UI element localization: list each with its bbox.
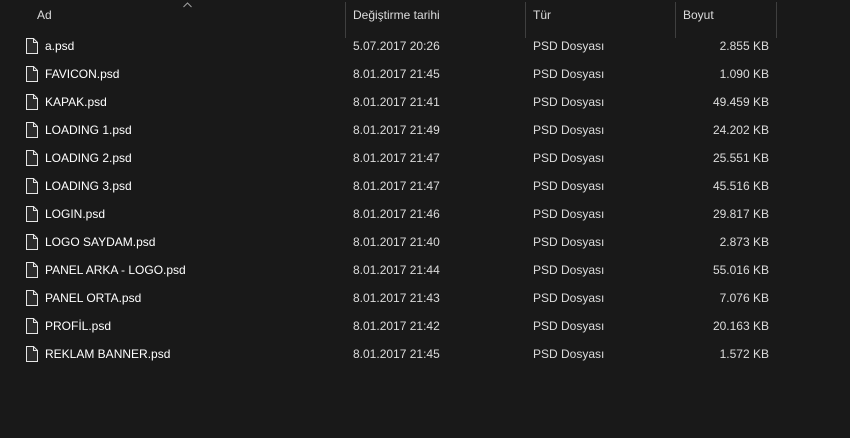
file-size: 2.855 KB <box>719 39 769 53</box>
file-row[interactable]: FAVICON.psd 8.01.2017 21:45 PSD Dosyası 1.0… <box>0 60 780 88</box>
chevron-up-icon <box>183 2 192 8</box>
file-row[interactable]: LOADING 3.psd 8.01.2017 21:47 PSD Dosyası 4… <box>0 172 780 200</box>
file-type: PSD Dosyası <box>533 179 605 193</box>
file-name: LOGO SAYDAM.psd <box>45 235 156 249</box>
file-type: PSD Dosyası <box>533 39 605 53</box>
file-icon <box>26 66 38 82</box>
column-header-type[interactable]: Tür <box>526 0 676 38</box>
file-date: 8.01.2017 21:42 <box>353 319 440 333</box>
file-size: 29.817 KB <box>712 207 769 221</box>
file-name: PANEL ARKA - LOGO.psd <box>45 263 186 277</box>
file-name: PANEL ORTA.psd <box>45 291 142 305</box>
file-size: 45.516 KB <box>712 179 769 193</box>
file-icon <box>26 94 38 110</box>
file-row[interactable]: PANEL ARKA - LOGO.psd 8.01.2017 21:44 PSD … <box>0 256 780 284</box>
column-header-size[interactable]: Boyut <box>676 0 777 38</box>
file-size: 1.090 KB <box>719 67 769 81</box>
file-type: PSD Dosyası <box>533 151 605 165</box>
file-type: PSD Dosyası <box>533 347 605 361</box>
column-header-bar: Ad Değiştirme tarihi Tür Boyut <box>0 0 850 38</box>
file-name: a.psd <box>45 39 75 53</box>
file-icon <box>26 290 38 306</box>
file-row[interactable]: PANEL ORTA.psd 8.01.2017 21:43 PSD Dosyası… <box>0 284 780 312</box>
file-name: FAVICON.psd <box>45 67 120 81</box>
file-name: LOGIN.psd <box>45 207 106 221</box>
file-type: PSD Dosyası <box>533 291 605 305</box>
file-icon <box>26 318 38 334</box>
column-header-size-label: Boyut <box>683 8 714 22</box>
file-icon <box>26 206 38 222</box>
file-type: PSD Dosyası <box>533 319 605 333</box>
column-header-name-label: Ad <box>37 8 52 22</box>
file-name: LOADING 1.psd <box>45 123 132 137</box>
file-icon <box>26 178 38 194</box>
file-size: 49.459 KB <box>712 95 769 109</box>
file-size: 2.873 KB <box>719 235 769 249</box>
file-date: 8.01.2017 21:44 <box>353 263 440 277</box>
column-header-date[interactable]: Değiştirme tarihi <box>346 0 526 38</box>
file-type: PSD Dosyası <box>533 263 605 277</box>
file-icon <box>26 38 38 54</box>
file-size: 1.572 KB <box>719 347 769 361</box>
file-explorer-details-view: Ad Değiştirme tarihi Tür Boyut a.psd 5.07… <box>0 0 850 438</box>
file-name: PROFİL.psd <box>45 319 112 333</box>
file-row[interactable]: KAPAK.psd 8.01.2017 21:41 PSD Dosyası 49.45… <box>0 88 780 116</box>
file-date: 8.01.2017 21:41 <box>353 95 440 109</box>
file-date: 8.01.2017 21:40 <box>353 235 440 249</box>
file-type: PSD Dosyası <box>533 235 605 249</box>
file-date: 5.07.2017 20:26 <box>353 39 440 53</box>
file-icon <box>26 122 38 138</box>
file-type: PSD Dosyası <box>533 207 605 221</box>
file-list: a.psd 5.07.2017 20:26 PSD Dosyası 2.855 KB F… <box>0 32 850 368</box>
file-date: 8.01.2017 21:43 <box>353 291 440 305</box>
file-icon <box>26 150 38 166</box>
file-row[interactable]: LOADING 1.psd 8.01.2017 21:49 PSD Dosyası 2… <box>0 116 780 144</box>
file-size: 55.016 KB <box>712 263 769 277</box>
file-date: 8.01.2017 21:46 <box>353 207 440 221</box>
file-name: REKLAM BANNER.psd <box>45 347 171 361</box>
file-type: PSD Dosyası <box>533 67 605 81</box>
file-name: KAPAK.psd <box>45 95 107 109</box>
file-size: 24.202 KB <box>712 123 769 137</box>
file-type: PSD Dosyası <box>533 95 605 109</box>
file-row[interactable]: LOGO SAYDAM.psd 8.01.2017 21:40 PSD Dosyas… <box>0 228 780 256</box>
file-size: 25.551 KB <box>712 151 769 165</box>
file-date: 8.01.2017 21:49 <box>353 123 440 137</box>
file-row[interactable]: REKLAM BANNER.psd 8.01.2017 21:45 PSD Dosy… <box>0 340 780 368</box>
file-date: 8.01.2017 21:47 <box>353 151 440 165</box>
file-icon <box>26 346 38 362</box>
file-name: LOADING 2.psd <box>45 151 132 165</box>
file-type: PSD Dosyası <box>533 123 605 137</box>
file-size: 7.076 KB <box>719 291 769 305</box>
file-date: 8.01.2017 21:47 <box>353 179 440 193</box>
file-icon <box>26 234 38 250</box>
file-date: 8.01.2017 21:45 <box>353 347 440 361</box>
column-header-type-label: Tür <box>533 8 551 22</box>
file-row[interactable]: LOGIN.psd 8.01.2017 21:46 PSD Dosyası 29.81… <box>0 200 780 228</box>
file-row[interactable]: LOADING 2.psd 8.01.2017 21:47 PSD Dosyası 2… <box>0 144 780 172</box>
file-date: 8.01.2017 21:45 <box>353 67 440 81</box>
file-icon <box>26 262 38 278</box>
file-name: LOADING 3.psd <box>45 179 132 193</box>
column-header-date-label: Değiştirme tarihi <box>353 8 440 22</box>
file-row[interactable]: a.psd 5.07.2017 20:26 PSD Dosyası 2.855 KB <box>0 32 780 60</box>
file-size: 20.163 KB <box>712 319 769 333</box>
file-row[interactable]: PROFİL.psd 8.01.2017 21:42 PSD Dosyası 20.1… <box>0 312 780 340</box>
